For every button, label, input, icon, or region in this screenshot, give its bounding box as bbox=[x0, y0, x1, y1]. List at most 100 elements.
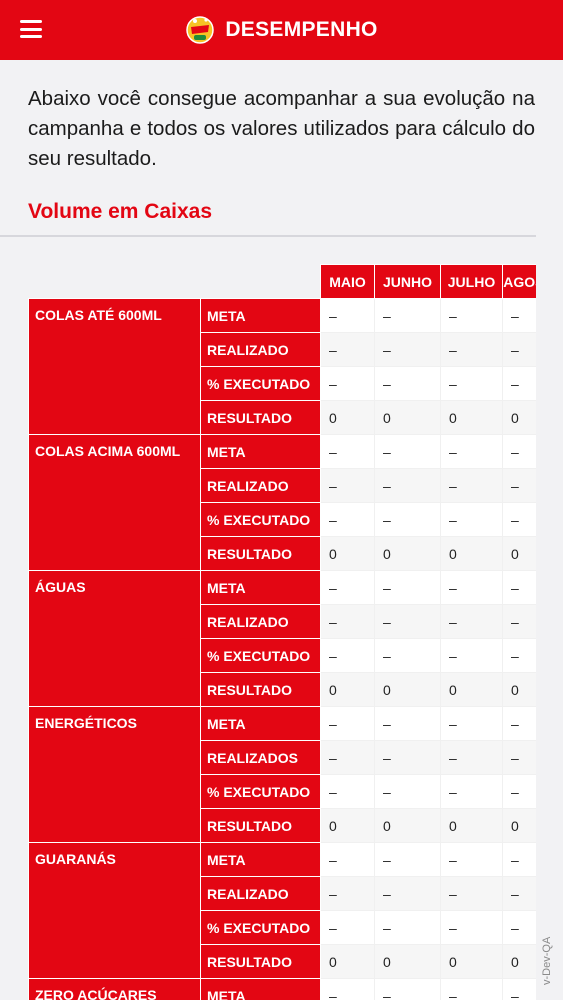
metric-label: RESULTADO bbox=[200, 808, 321, 843]
performance-table: MAIO JUNHO JULHO AGOSTO COLAS ATÉ 600MLM… bbox=[28, 264, 536, 1000]
campaign-logo-icon bbox=[185, 15, 215, 45]
metric-label: % EXECUTADO bbox=[200, 366, 321, 401]
metric-label: % EXECUTADO bbox=[200, 910, 321, 945]
month-header: JULHO bbox=[440, 264, 503, 299]
table-row: ÁGUAS META – – – – bbox=[28, 570, 536, 707]
value-cell: – bbox=[374, 502, 441, 537]
value-cell: – bbox=[374, 366, 441, 401]
category-cell: ENERGÉTICOS bbox=[28, 706, 201, 843]
table-row: COLAS ATÉ 600ML META – – – – bbox=[28, 298, 536, 435]
value-cell: – bbox=[502, 604, 536, 639]
value-cell: 0 bbox=[502, 536, 536, 571]
value-cell: – bbox=[502, 740, 536, 775]
value-cell: – bbox=[320, 638, 375, 673]
category-cell: COLAS ACIMA 600ML bbox=[28, 434, 201, 571]
metric-label: META bbox=[200, 978, 321, 1000]
value-cell: 0 bbox=[502, 672, 536, 707]
metric-label: META bbox=[200, 570, 321, 605]
value-cell: – bbox=[440, 366, 503, 401]
metric-label: % EXECUTADO bbox=[200, 502, 321, 537]
value-cell: – bbox=[440, 298, 503, 333]
metric-label: REALIZADO bbox=[200, 876, 321, 911]
value-cell: – bbox=[440, 332, 503, 367]
section-title: Volume em Caixas bbox=[28, 200, 213, 223]
metric-label: REALIZADOS bbox=[200, 740, 321, 775]
value-cell: – bbox=[502, 842, 536, 877]
value-cell: – bbox=[320, 740, 375, 775]
value-cell: 0 bbox=[374, 808, 441, 843]
performance-table-scroll[interactable]: MAIO JUNHO JULHO AGOSTO COLAS ATÉ 600MLM… bbox=[28, 264, 536, 1000]
value-cell: 0 bbox=[320, 944, 375, 979]
table-row: ZERO AÇÚCARES META – – – – bbox=[28, 978, 536, 1000]
metric-label: % EXECUTADO bbox=[200, 774, 321, 809]
table-row: GUARANÁS META – – – – bbox=[28, 842, 536, 979]
value-cell: – bbox=[320, 298, 375, 333]
value-cell: – bbox=[440, 774, 503, 809]
value-cell: – bbox=[440, 978, 503, 1000]
hamburger-menu-icon[interactable] bbox=[20, 20, 42, 38]
metric-label: RESULTADO bbox=[200, 536, 321, 571]
value-cell: – bbox=[502, 366, 536, 401]
value-cell: – bbox=[320, 876, 375, 911]
value-cell: – bbox=[440, 434, 503, 469]
value-cell: – bbox=[320, 366, 375, 401]
value-cell: – bbox=[374, 468, 441, 503]
value-cell: – bbox=[502, 468, 536, 503]
value-cell: 0 bbox=[440, 400, 503, 435]
value-cell: 0 bbox=[440, 536, 503, 571]
value-cell: – bbox=[320, 434, 375, 469]
value-cell: – bbox=[440, 468, 503, 503]
value-cell: – bbox=[440, 910, 503, 945]
page-title: DESEMPENHO bbox=[225, 18, 378, 41]
value-cell: – bbox=[440, 638, 503, 673]
value-cell: – bbox=[374, 876, 441, 911]
value-cell: – bbox=[502, 910, 536, 945]
value-cell: – bbox=[502, 298, 536, 333]
value-cell: – bbox=[440, 842, 503, 877]
metric-label: META bbox=[200, 434, 321, 469]
value-cell: – bbox=[320, 774, 375, 809]
metric-label: REALIZADO bbox=[200, 468, 321, 503]
metric-label: % EXECUTADO bbox=[200, 638, 321, 673]
value-cell: – bbox=[502, 978, 536, 1000]
value-cell: – bbox=[320, 570, 375, 605]
app-bar: DESEMPENHO bbox=[0, 0, 563, 60]
value-cell: – bbox=[440, 876, 503, 911]
value-cell: 0 bbox=[320, 672, 375, 707]
value-cell: – bbox=[320, 910, 375, 945]
value-cell: – bbox=[374, 570, 441, 605]
value-cell: – bbox=[502, 502, 536, 537]
value-cell: – bbox=[502, 332, 536, 367]
value-cell: – bbox=[374, 434, 441, 469]
metric-label: REALIZADO bbox=[200, 332, 321, 367]
value-cell: – bbox=[502, 706, 536, 741]
month-header: AGOSTO bbox=[502, 264, 536, 299]
value-cell: – bbox=[374, 706, 441, 741]
section-divider bbox=[0, 235, 536, 237]
value-cell: 0 bbox=[374, 400, 441, 435]
header-spacer bbox=[29, 265, 201, 299]
intro-text: Abaixo você consegue acompanhar a sua ev… bbox=[28, 87, 535, 170]
value-cell: 0 bbox=[374, 944, 441, 979]
value-cell: 0 bbox=[502, 808, 536, 843]
value-cell: 0 bbox=[440, 944, 503, 979]
category-cell: ZERO AÇÚCARES bbox=[28, 978, 201, 1000]
month-header: MAIO bbox=[320, 264, 375, 299]
value-cell: – bbox=[374, 604, 441, 639]
metric-label: RESULTADO bbox=[200, 672, 321, 707]
value-cell: 0 bbox=[502, 400, 536, 435]
value-cell: – bbox=[440, 604, 503, 639]
value-cell: – bbox=[320, 502, 375, 537]
value-cell: – bbox=[320, 842, 375, 877]
month-header: JUNHO bbox=[374, 264, 441, 299]
value-cell: 0 bbox=[440, 808, 503, 843]
value-cell: 0 bbox=[320, 536, 375, 571]
category-cell: GUARANÁS bbox=[28, 842, 201, 979]
value-cell: – bbox=[502, 876, 536, 911]
value-cell: – bbox=[374, 910, 441, 945]
value-cell: 0 bbox=[320, 400, 375, 435]
environment-watermark: v-Dev-QA bbox=[541, 936, 553, 985]
value-cell: – bbox=[502, 638, 536, 673]
value-cell: 0 bbox=[440, 672, 503, 707]
metric-label: RESULTADO bbox=[200, 400, 321, 435]
